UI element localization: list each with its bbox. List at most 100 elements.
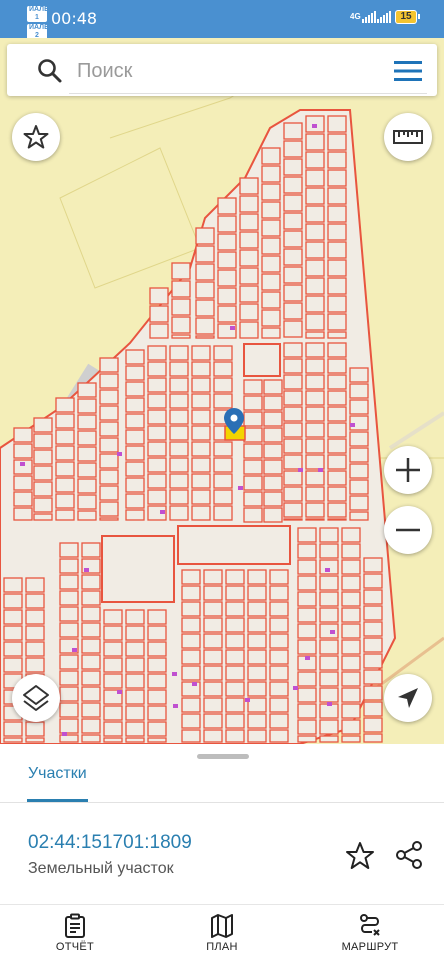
parcel[interactable] bbox=[149, 323, 169, 339]
parcel[interactable] bbox=[283, 390, 303, 406]
parcel[interactable] bbox=[327, 438, 347, 454]
parcel[interactable] bbox=[81, 734, 101, 743]
parcel[interactable] bbox=[59, 670, 79, 686]
parcel[interactable] bbox=[13, 507, 33, 521]
parcel[interactable] bbox=[125, 349, 145, 365]
parcel[interactable] bbox=[3, 609, 23, 625]
parcel[interactable] bbox=[169, 505, 189, 521]
parcel[interactable] bbox=[125, 509, 145, 521]
parcel[interactable] bbox=[283, 266, 303, 284]
parcel[interactable] bbox=[217, 287, 237, 305]
parcel[interactable] bbox=[269, 649, 289, 665]
parcel[interactable] bbox=[181, 633, 201, 649]
parcel[interactable] bbox=[283, 422, 303, 438]
parcel[interactable] bbox=[305, 374, 325, 390]
parcel[interactable] bbox=[261, 309, 281, 327]
parcel[interactable] bbox=[225, 569, 245, 585]
parcel[interactable] bbox=[283, 406, 303, 422]
parcel[interactable] bbox=[195, 227, 215, 245]
parcel[interactable] bbox=[305, 422, 325, 438]
parcel[interactable] bbox=[217, 215, 237, 233]
parcel[interactable] bbox=[297, 543, 317, 559]
parcel[interactable] bbox=[327, 277, 347, 295]
parcel[interactable] bbox=[341, 527, 361, 543]
parcel[interactable] bbox=[99, 389, 119, 405]
parcel[interactable] bbox=[261, 255, 281, 273]
parcel[interactable] bbox=[25, 737, 45, 743]
parcel[interactable] bbox=[247, 569, 267, 585]
parcel[interactable] bbox=[147, 457, 167, 473]
parcel[interactable] bbox=[99, 501, 119, 517]
parcel[interactable] bbox=[59, 702, 79, 718]
parcel[interactable] bbox=[283, 158, 303, 176]
parcel[interactable] bbox=[213, 441, 233, 457]
parcel[interactable] bbox=[225, 713, 245, 729]
parcel[interactable] bbox=[261, 183, 281, 201]
parcel[interactable] bbox=[81, 702, 101, 718]
parcel[interactable] bbox=[327, 406, 347, 422]
parcel[interactable] bbox=[239, 249, 259, 267]
parcel[interactable] bbox=[305, 187, 325, 205]
parcel[interactable] bbox=[297, 735, 317, 743]
parcel[interactable] bbox=[261, 147, 281, 165]
parcel[interactable] bbox=[263, 395, 283, 411]
parcel[interactable] bbox=[195, 263, 215, 281]
parcel[interactable] bbox=[247, 601, 267, 617]
parcel[interactable] bbox=[195, 335, 215, 339]
parcel[interactable] bbox=[217, 197, 237, 215]
parcel[interactable] bbox=[213, 489, 233, 505]
parcel[interactable] bbox=[195, 299, 215, 317]
parcel[interactable] bbox=[203, 649, 223, 665]
parcel[interactable] bbox=[319, 591, 339, 607]
parcel[interactable] bbox=[327, 502, 347, 518]
parcel[interactable] bbox=[363, 685, 383, 701]
parcel[interactable] bbox=[81, 638, 101, 654]
parcel[interactable] bbox=[25, 577, 45, 593]
parcel[interactable] bbox=[305, 390, 325, 406]
parcel[interactable] bbox=[55, 477, 75, 493]
parcel[interactable] bbox=[363, 621, 383, 637]
parcel[interactable] bbox=[327, 151, 347, 169]
search-input[interactable] bbox=[69, 52, 369, 90]
parcel[interactable] bbox=[181, 569, 201, 585]
parcel[interactable] bbox=[297, 607, 317, 623]
parcel[interactable] bbox=[239, 285, 259, 303]
parcel[interactable] bbox=[319, 543, 339, 559]
parcel[interactable] bbox=[327, 390, 347, 406]
parcel[interactable] bbox=[3, 593, 23, 609]
map-view[interactable] bbox=[0, 38, 444, 744]
parcel[interactable] bbox=[147, 737, 167, 743]
parcel[interactable] bbox=[247, 649, 267, 665]
parcel[interactable] bbox=[171, 262, 191, 280]
parcel[interactable] bbox=[203, 601, 223, 617]
parcel[interactable] bbox=[191, 505, 211, 521]
parcel[interactable] bbox=[269, 585, 289, 601]
parcel[interactable] bbox=[243, 475, 263, 491]
parcel[interactable] bbox=[191, 489, 211, 505]
parcel[interactable] bbox=[169, 393, 189, 409]
parcel[interactable] bbox=[225, 649, 245, 665]
parcel[interactable] bbox=[203, 681, 223, 697]
parcel[interactable] bbox=[103, 625, 123, 641]
parcel[interactable] bbox=[59, 574, 79, 590]
parcel[interactable] bbox=[305, 331, 325, 339]
parcel[interactable] bbox=[243, 427, 263, 443]
parcel[interactable] bbox=[283, 248, 303, 266]
parcel[interactable] bbox=[305, 342, 325, 358]
parcel[interactable] bbox=[283, 230, 303, 248]
parcel[interactable] bbox=[239, 321, 259, 339]
parcel[interactable] bbox=[363, 701, 383, 717]
parcel[interactable] bbox=[349, 463, 369, 479]
parcel[interactable] bbox=[55, 397, 75, 413]
parcel[interactable] bbox=[77, 382, 97, 398]
parcel[interactable] bbox=[59, 590, 79, 606]
parcel[interactable] bbox=[55, 461, 75, 477]
parcel[interactable] bbox=[225, 681, 245, 697]
parcel[interactable] bbox=[103, 641, 123, 657]
parcel[interactable] bbox=[341, 719, 361, 735]
parcel[interactable] bbox=[243, 395, 263, 411]
parcel[interactable] bbox=[217, 251, 237, 269]
parcel[interactable] bbox=[305, 438, 325, 454]
parcel[interactable] bbox=[81, 718, 101, 734]
parcel[interactable] bbox=[181, 601, 201, 617]
